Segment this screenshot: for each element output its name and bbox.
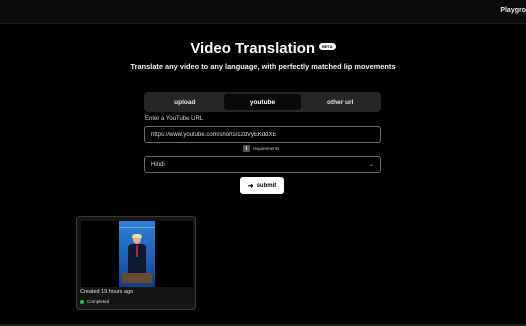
status-label: Completed [87, 299, 110, 304]
submit-button[interactable]: ➜ submit [240, 177, 284, 194]
translation-result-card[interactable] [76, 216, 196, 310]
page-subtitle: Translate any video to any language, wit… [130, 62, 396, 71]
submit-label: submit [256, 182, 277, 189]
status-badge: Completed [80, 299, 109, 304]
brand-link[interactable]: Playgro [500, 7, 526, 14]
tab-youtube[interactable]: youtube [223, 94, 302, 110]
requirements-label: requirements [253, 146, 280, 151]
tab-other-url[interactable]: other url [301, 94, 379, 110]
arrow-right-icon: ➜ [247, 182, 254, 190]
language-select[interactable]: Hindi ⌄ [144, 156, 381, 173]
top-navigation-bar: Playgro [0, 0, 526, 24]
language-value: Hindi [151, 161, 165, 168]
created-time: Created 19 hours ago [80, 289, 134, 295]
source-tabs: upload youtube other url [144, 92, 381, 112]
youtube-url-label: Enter a YouTube URL [145, 116, 204, 122]
tab-upload[interactable]: upload [146, 94, 224, 110]
youtube-url-input[interactable] [144, 126, 381, 143]
requirements-link[interactable]: i requirements [243, 145, 279, 152]
video-frame [119, 221, 155, 287]
beta-badge: BETA [319, 43, 336, 51]
status-dot-icon [80, 299, 84, 304]
chevron-down-icon: ⌄ [368, 162, 374, 168]
info-icon: i [243, 145, 250, 152]
page-title: Video Translation [190, 40, 316, 58]
page-title-row: Video Translation BETA [0, 40, 526, 58]
video-thumbnail[interactable] [81, 221, 193, 287]
